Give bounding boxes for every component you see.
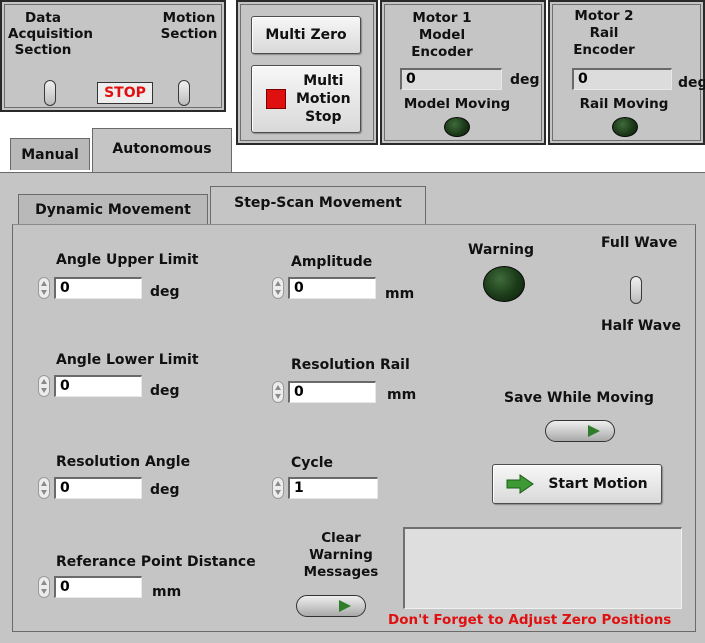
amplitude-spinner[interactable] (272, 277, 284, 299)
play-arrow-icon (588, 425, 600, 437)
angle-upper-spinner[interactable] (38, 277, 50, 299)
cycle-field[interactable]: 1 (288, 477, 378, 499)
resolution-angle-field[interactable]: 0 (54, 477, 142, 499)
clear-warning-button[interactable] (296, 595, 366, 617)
resolution-rail-spinner[interactable] (272, 381, 284, 403)
angle-lower-spinner[interactable] (38, 375, 50, 397)
model-moving-led-icon (444, 117, 470, 137)
data-acquisition-section-label: Data Acquisition Section (8, 10, 93, 58)
angle-upper-unit: deg (150, 284, 180, 300)
angle-lower-limit-label: Angle Lower Limit (56, 352, 199, 368)
wave-toggle[interactable] (630, 276, 642, 304)
tab-manual-label: Manual (21, 146, 79, 163)
tab-autonomous[interactable]: Autonomous (92, 128, 232, 172)
motor1-unit: deg (510, 72, 540, 88)
tab-autonomous-label: Autonomous (112, 141, 212, 157)
multi-zero-button[interactable]: Multi Zero (251, 16, 361, 54)
angle-lower-field[interactable]: 0 (54, 375, 142, 397)
resolution-angle-unit: deg (150, 482, 180, 498)
reference-distance-unit: mm (152, 584, 182, 600)
angle-upper-field[interactable]: 0 (54, 277, 142, 299)
motor1-encoder-field: 0 (400, 68, 502, 90)
cycle-label: Cycle (291, 455, 333, 471)
tab-step-scan-movement-label: Step-Scan Movement (234, 195, 402, 211)
angle-upper-limit-label: Angle Upper Limit (56, 252, 199, 268)
resolution-rail-label: Resolution Rail (291, 357, 410, 373)
message-display (403, 527, 682, 609)
reference-point-distance-label: Referance Point Distance (56, 554, 256, 570)
save-while-moving-button[interactable] (545, 420, 615, 442)
zero-position-reminder: Don't Forget to Adjust Zero Positions (388, 612, 672, 628)
amplitude-field[interactable]: 0 (288, 277, 376, 299)
play-arrow-icon (339, 600, 351, 612)
resolution-angle-label: Resolution Angle (56, 454, 191, 470)
resolution-angle-spinner[interactable] (38, 477, 50, 499)
angle-lower-unit: deg (150, 383, 180, 399)
motion-toggle[interactable] (178, 80, 190, 106)
data-acquisition-toggle[interactable] (44, 80, 56, 106)
reference-distance-field[interactable]: 0 (54, 576, 142, 598)
cycle-spinner[interactable] (272, 477, 284, 499)
multi-motion-stop-button[interactable]: Multi Motion Stop (251, 65, 361, 133)
motor2-panel: Motor 2 Rail Encoder 0 deg Rail Moving (548, 0, 705, 145)
section-switch-panel: Data Acquisition Section Motion Section … (0, 0, 226, 112)
warning-label: Warning (468, 242, 535, 258)
full-wave-label: Full Wave (601, 235, 678, 251)
red-square-icon (266, 89, 286, 109)
multi-zero-label: Multi Zero (265, 27, 347, 43)
motion-section-label: Motion Section (160, 10, 218, 42)
half-wave-label: Half Wave (601, 318, 681, 334)
amplitude-label: Amplitude (291, 254, 373, 270)
rail-moving-led-icon (612, 117, 638, 137)
multi-control-panel: Multi Zero Multi Motion Stop (236, 0, 378, 145)
resolution-rail-field[interactable]: 0 (288, 381, 376, 403)
motor2-encoder-field: 0 (572, 68, 672, 90)
start-motion-button[interactable]: Start Motion (492, 464, 662, 504)
clear-warning-label: Clear Warning Messages (303, 530, 379, 580)
amplitude-unit: mm (385, 286, 415, 302)
tab-dynamic-movement[interactable]: Dynamic Movement (18, 194, 208, 224)
warning-led-icon (483, 266, 525, 302)
motor2-title: Motor 2 Rail Encoder (573, 8, 635, 58)
motor2-unit: deg (678, 75, 705, 91)
motor1-panel: Motor 1 Model Encoder 0 deg Model Moving (380, 0, 546, 145)
motor1-status-label: Model Moving (403, 96, 511, 112)
multi-motion-stop-label: Multi Motion Stop (296, 73, 351, 125)
stop-button[interactable]: STOP (97, 82, 153, 104)
resolution-rail-unit: mm (387, 387, 417, 403)
tab-step-scan-movement[interactable]: Step-Scan Movement (210, 186, 426, 226)
motor2-status-label: Rail Moving (579, 96, 669, 112)
tab-dynamic-movement-label: Dynamic Movement (35, 201, 191, 218)
motor1-title: Motor 1 Model Encoder (411, 10, 473, 60)
right-arrow-icon (506, 474, 535, 494)
start-motion-label: Start Motion (548, 476, 648, 492)
tab-manual[interactable]: Manual (10, 138, 90, 170)
save-while-moving-label: Save While Moving (504, 390, 654, 406)
reference-distance-spinner[interactable] (38, 576, 50, 598)
